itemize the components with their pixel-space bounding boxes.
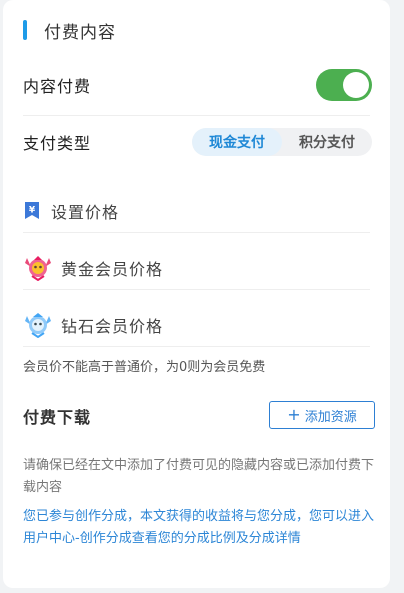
gold-price-label: 黄金会员价格 [61,260,164,279]
gold-price-input-row[interactable]: 黄金会员价格 [23,253,370,283]
cash-payment-option[interactable]: 现金支付 [192,128,282,156]
diamond-price-label: 钻石会员价格 [61,317,164,336]
section-header: 付费内容 [23,18,116,43]
plus-icon: + [287,405,301,424]
revenue-share-note: 您已参与创作分成，本文获得的收益将与您分成，您可以进入用户中心-创作分成查看您的… [23,509,375,546]
toggle-knob [343,72,369,98]
price-input-row[interactable]: ¥ 设置价格 [23,196,370,226]
accent-bar [23,20,27,40]
paid-content-toggle[interactable] [316,69,372,101]
price-label: 设置价格 [51,203,120,222]
divider [23,232,370,233]
diamond-member-badge-icon [23,312,53,338]
section-title: 付费内容 [44,22,116,43]
yuan-tag-icon: ¥ [23,201,41,221]
add-resource-button[interactable]: + 添加资源 [269,401,375,429]
svg-text:¥: ¥ [29,206,36,216]
payment-type-label: 支付类型 [23,134,92,153]
member-price-note: 会员价不能高于普通价，为0则为会员免费 [23,360,266,375]
diamond-price-input-row[interactable]: 钻石会员价格 [23,310,370,340]
divider [23,346,370,347]
paid-download-title: 付费下载 [23,408,92,427]
add-resource-label: 添加资源 [304,409,357,425]
divider [23,289,370,290]
gold-member-badge-icon [23,255,53,281]
points-payment-option[interactable]: 积分支付 [282,128,372,156]
payment-type-switch: 现金支付 积分支付 [192,128,372,156]
paid-content-label: 内容付费 [23,77,92,96]
download-hint: 请确保已经在文中添加了付费可见的隐藏内容或已添加付费下载内容 [23,458,375,495]
divider [23,115,370,116]
paid-content-panel: 付费内容 内容付费 支付类型 现金支付 积分支付 ¥ 设置价格 黄金会员价格 钻… [3,0,390,588]
